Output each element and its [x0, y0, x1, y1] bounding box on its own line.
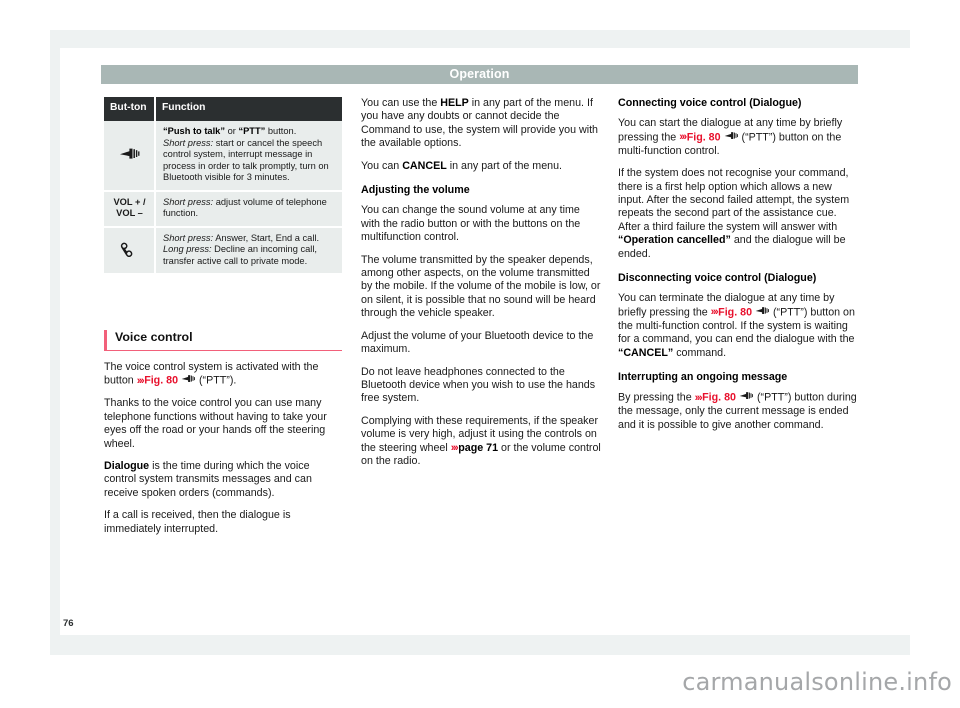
dialogue-term: Dialogue	[104, 459, 150, 472]
voice-control-section-header: Voice control	[104, 330, 342, 351]
column-header-button: But-ton	[104, 97, 156, 121]
column-header-function-label: Function	[162, 102, 206, 113]
operation-cancelled-quote: “Operation cancelled”	[618, 234, 731, 247]
voice-activation-paragraph: The voice control system is activated wi…	[104, 361, 344, 388]
row-function-cell-ptt: “Push to talk” or “PTT” button. Short pr…	[155, 121, 342, 192]
subheading-interrupting-message: Interrupting an ongoing message	[618, 370, 788, 383]
volume-transmission-paragraph: The volume transmitted by the speaker de…	[361, 253, 601, 320]
middle-column: You can use the HELP in any part of the …	[361, 97, 601, 477]
phone-short-press-label: Short press:	[163, 232, 214, 243]
bluetooth-max-volume-paragraph: Adjust the volume of your Bluetooth devi…	[361, 329, 594, 356]
ptt-function-text: “Push to talk” or “PTT” button. Short pr…	[163, 126, 329, 182]
table-header-row: But-ton Function	[104, 97, 342, 121]
ptt-speaker-icon	[739, 391, 754, 404]
ptt-term-ptt: “PTT”	[238, 126, 266, 136]
voice-benefits-paragraph: Thanks to the voice control you can use …	[104, 397, 327, 450]
voice-activation-text-b: (“PTT”).	[196, 374, 237, 387]
cancel-quote: “CANCEL”	[618, 346, 674, 359]
table-row: VOL + / VOL – Short press: adjust volume…	[104, 190, 342, 228]
ptt-speaker-icon	[724, 131, 739, 144]
interrupt-message-paragraph: By pressing the ›››Fig. 80 (“PTT”) butto…	[618, 391, 858, 432]
right-column: Connecting voice control (Dialogue) You …	[618, 97, 858, 441]
ptt-speaker-icon	[181, 374, 196, 387]
subheading-connecting-voice-control: Connecting voice control (Dialogue)	[618, 97, 802, 109]
fig-80-reference[interactable]: Fig. 80	[687, 131, 721, 143]
dialogue-definition-paragraph: Dialogue is the time during which the vo…	[104, 460, 344, 500]
fig-80-reference[interactable]: Fig. 80	[702, 392, 736, 404]
row-button-cell-ptt	[104, 121, 156, 192]
ptt-short-press-label: Short press:	[163, 137, 214, 148]
phone-handset-icon	[120, 239, 140, 261]
help-command: HELP	[440, 97, 469, 109]
page-title: Operation	[449, 67, 510, 81]
cancel-text-b: in any part of the menu.	[446, 159, 563, 172]
help-paragraph: You can use the HELP in any part of the …	[361, 97, 601, 151]
volume-change-paragraph: You can change the sound volume at any t…	[361, 204, 581, 244]
row-function-cell-volume: Short press: adjust volume of telephone …	[155, 190, 342, 228]
recognition-text-a: If the system does not recognise your co…	[618, 167, 850, 233]
column-header-function: Function	[155, 97, 342, 121]
steering-wheel-controls-paragraph: Complying with these requirements, if th…	[361, 415, 601, 469]
terminate-dialogue-paragraph: You can terminate the dialogue at any ti…	[618, 292, 858, 360]
fig-80-reference[interactable]: Fig. 80	[144, 375, 178, 387]
cancel-command: CANCEL	[402, 159, 447, 172]
page-number: 76	[63, 618, 74, 629]
ptt-term-push-to-talk: “Push to talk”	[163, 126, 225, 136]
row-button-cell-phone	[104, 226, 156, 273]
recognition-failure-paragraph: If the system does not recognise your co…	[618, 167, 858, 261]
button-function-table: But-ton Function “Push to talk” or “PTT”…	[104, 97, 342, 273]
watermark-text: carmanualsonline.info	[682, 668, 952, 696]
row-button-cell-volume: VOL + / VOL –	[104, 190, 156, 228]
subheading-disconnecting-voice-control: Disconnecting voice control (Dialogue)	[618, 272, 817, 284]
call-interrupt-paragraph: If a call is received, then the dialogue…	[104, 509, 291, 535]
subheading-adjusting-volume: Adjusting the volume	[361, 184, 470, 197]
column-header-button-label: But-ton	[110, 102, 147, 113]
ptt-conj: or	[225, 126, 239, 136]
fig-80-reference[interactable]: Fig. 80	[718, 306, 752, 318]
cancel-paragraph: You can CANCEL in any part of the menu.	[361, 160, 601, 173]
table-row: “Push to talk” or “PTT” button. Short pr…	[104, 121, 342, 192]
left-column-body: The voice control system is activated wi…	[104, 361, 344, 545]
page-71-reference[interactable]: page 71	[458, 442, 498, 454]
ptt-button-word: button.	[265, 126, 297, 136]
volume-short-press-label: Short press:	[163, 196, 214, 207]
help-text-a: You can use the	[361, 97, 441, 109]
volume-button-label: VOL + / VOL –	[113, 196, 146, 219]
table-row: Short press: Answer, Start, End a call. …	[104, 226, 342, 273]
start-dialogue-paragraph: You can start the dialogue at any time b…	[618, 117, 858, 158]
ptt-speaker-icon	[755, 306, 770, 319]
ptt-speaker-icon	[119, 147, 141, 164]
voice-control-heading: Voice control	[104, 330, 342, 351]
terminate-text-c: command.	[673, 346, 727, 359]
headphones-warning-paragraph: Do not leave headphones connected to the…	[361, 365, 596, 405]
row-function-cell-phone: Short press: Answer, Start, End a call. …	[155, 226, 342, 273]
chevron-ref-icon: ›››	[679, 131, 687, 144]
interrupt-text-a: By pressing the	[618, 391, 695, 404]
phone-short-press-desc: Answer, Start, End a call.	[213, 232, 320, 243]
cancel-text-a: You can	[361, 159, 403, 172]
phone-long-press-label: Long press:	[163, 244, 212, 254]
